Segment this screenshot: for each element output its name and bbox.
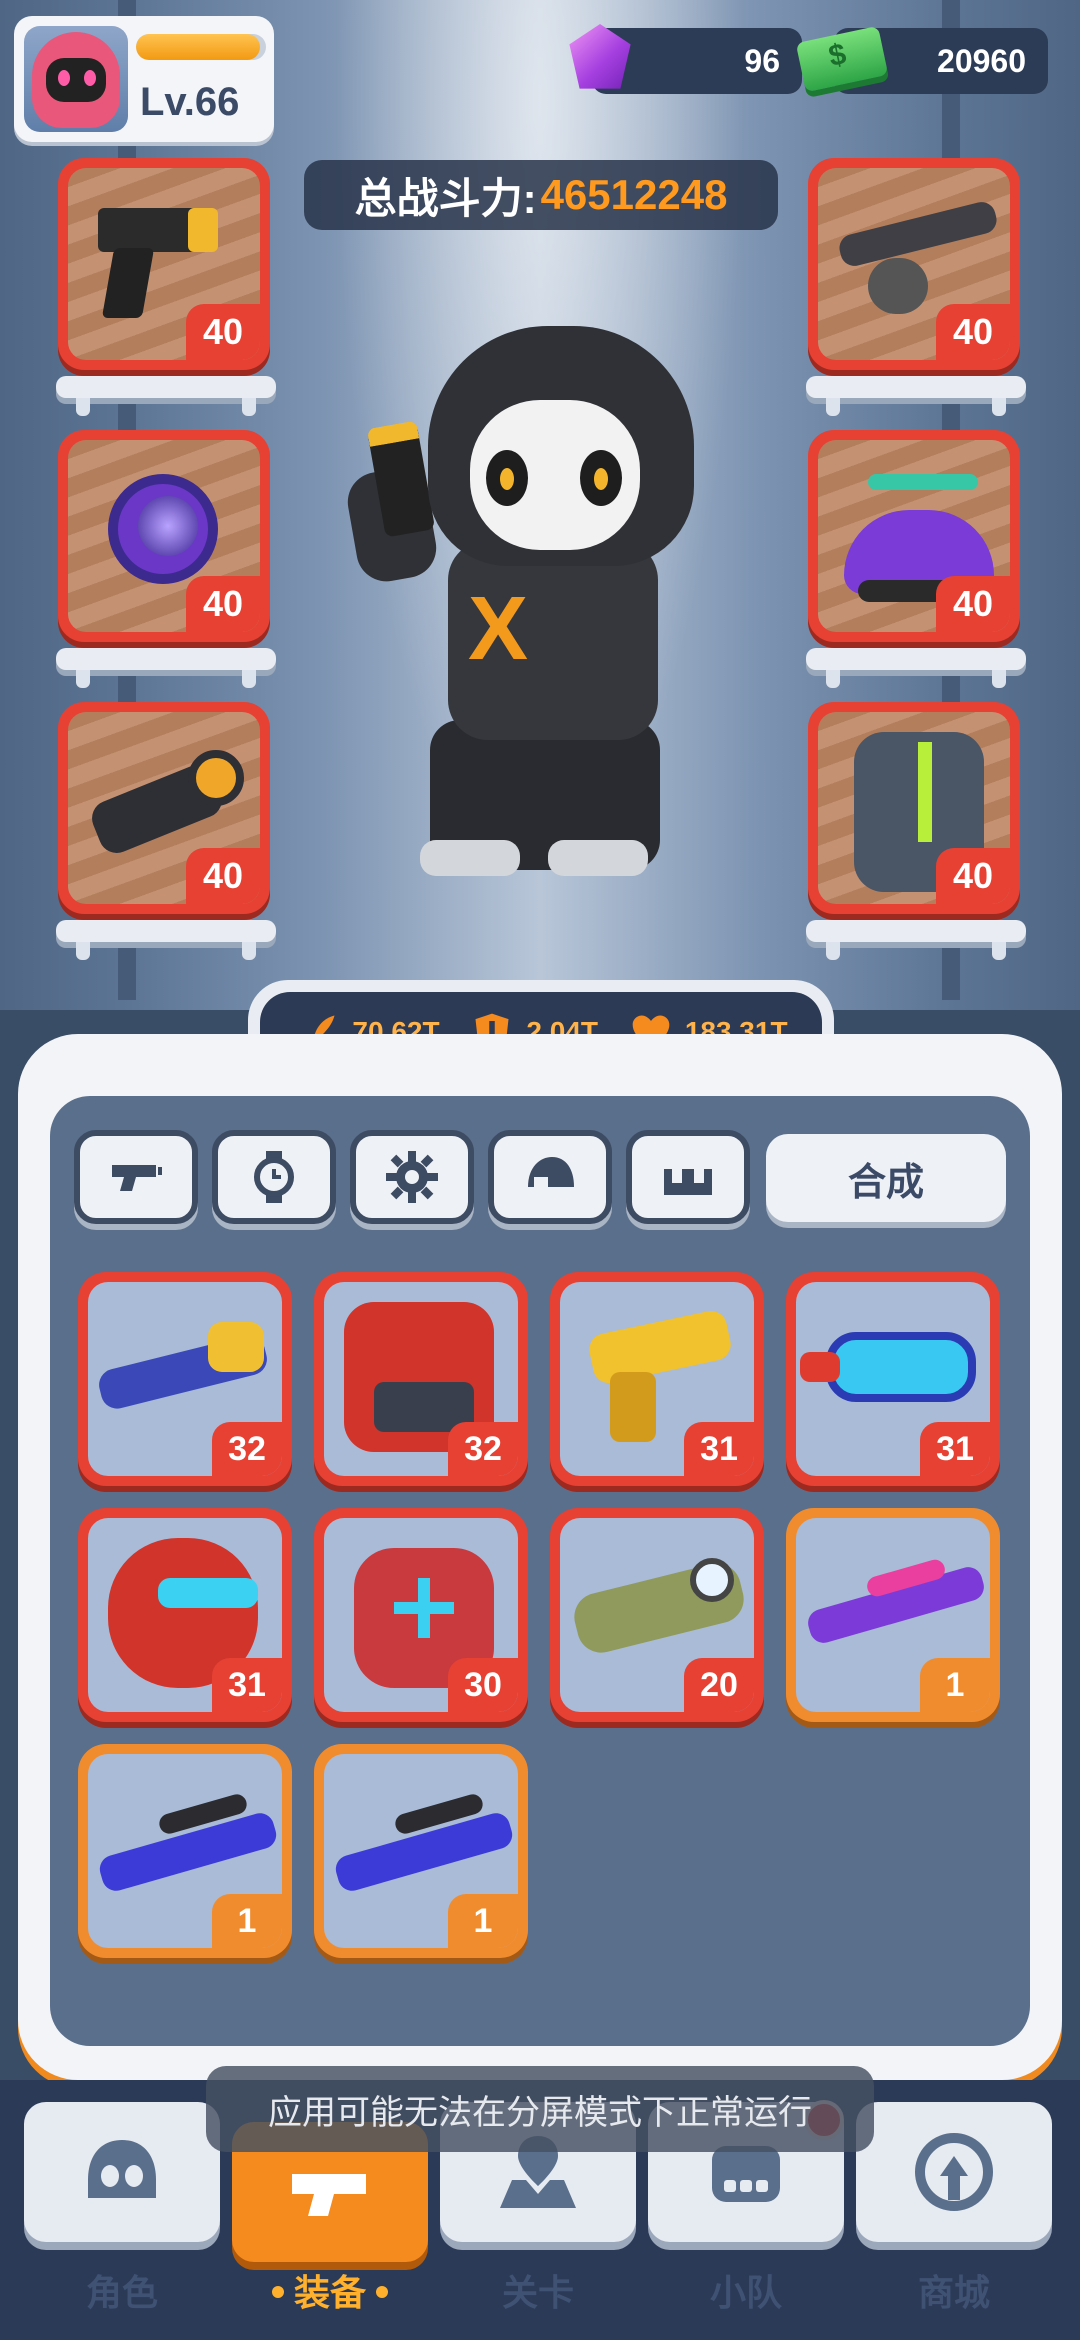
player-avatar[interactable] [24, 26, 128, 132]
nav-label-stage: 关卡 [501, 2273, 574, 2314]
item-level: 31 [920, 1422, 990, 1476]
player-card[interactable]: Lv.66 [14, 16, 274, 142]
inventory-item-goggles[interactable]: 31 [786, 1272, 1000, 1486]
inventory-item-red-armor[interactable]: 32 [314, 1272, 528, 1486]
equip-slot-scope[interactable]: 40 [58, 702, 270, 914]
xp-bar [136, 34, 266, 60]
watch-icon [254, 1151, 294, 1203]
item-level: 40 [936, 576, 1010, 632]
item-level: 31 [684, 1422, 754, 1476]
inventory-item-blue-sniper[interactable]: 1 [314, 1744, 528, 1958]
item-level: 30 [448, 1658, 518, 1712]
nav-label-squad: 小队 [709, 2273, 782, 2314]
item-level: 40 [186, 848, 260, 904]
equip-slot-backpack[interactable]: 40 [808, 702, 1020, 914]
shelf [806, 648, 1026, 688]
gem-count: 96 [744, 42, 780, 79]
nav-character[interactable] [24, 2102, 220, 2242]
gem-counter[interactable]: 96 [569, 24, 802, 94]
nav-label-shop: 商城 [917, 2273, 990, 2314]
gun-icon [292, 2174, 366, 2216]
item-level: 40 [936, 304, 1010, 360]
item-level: 32 [212, 1422, 282, 1476]
inventory-item-gold-pistol[interactable]: 31 [550, 1272, 764, 1486]
gun-icon [112, 1165, 162, 1191]
item-level: 1 [448, 1894, 518, 1948]
shelf [56, 920, 276, 960]
item-level: 40 [936, 848, 1010, 904]
item-level: 1 [212, 1894, 282, 1948]
cash-count: 20960 [937, 42, 1026, 79]
equip-slot-shotgun[interactable]: 40 [808, 158, 1020, 370]
shelf [56, 376, 276, 416]
shelf [806, 376, 1026, 416]
synthesize-button[interactable]: 合成 [766, 1134, 1006, 1222]
tab-weapon[interactable] [74, 1130, 198, 1224]
crown-icon [664, 1169, 712, 1195]
helmet-icon [528, 1157, 574, 1187]
inventory-item-red-helmet[interactable]: 31 [78, 1508, 292, 1722]
tab-gear[interactable] [350, 1130, 474, 1224]
item-level: 1 [920, 1658, 990, 1712]
combat-power-value: 46512248 [540, 171, 728, 218]
nav-label-equipment: 装备 [232, 2264, 428, 2316]
tab-backpack[interactable] [626, 1130, 750, 1224]
inventory-item-purple-sniper[interactable]: 1 [786, 1508, 1000, 1722]
inventory-item-plasma-gun[interactable]: 20 [550, 1508, 764, 1722]
item-level: 40 [186, 576, 260, 632]
combat-power-label: 总战斗力: [354, 174, 537, 222]
item-level: 40 [186, 304, 260, 360]
inventory-item-blaster-rifle[interactable]: 32 [78, 1272, 292, 1486]
item-level: 20 [684, 1658, 754, 1712]
shop-icon [915, 2133, 993, 2211]
skull-icon [88, 2140, 156, 2198]
xp-bar-fill [136, 34, 260, 60]
equip-slot-pistol[interactable]: 40 [58, 158, 270, 370]
nav-label-equipment-text: 装备 [293, 2273, 366, 2314]
shelf [56, 648, 276, 688]
tab-helmet[interactable] [488, 1130, 612, 1224]
inventory-item-gauntlet[interactable]: 30 [314, 1508, 528, 1722]
player-level: Lv.66 [140, 80, 240, 124]
item-level: 31 [212, 1658, 282, 1712]
shelf [806, 920, 1026, 960]
nav-shop[interactable] [856, 2102, 1052, 2242]
inventory-item-blue-sniper[interactable]: 1 [78, 1744, 292, 1958]
nav-label-character: 角色 [85, 2273, 158, 2314]
cash-counter[interactable]: 20960 [795, 25, 1048, 94]
split-screen-toast: 应用可能无法在分屏模式下正常运行 [206, 2066, 874, 2152]
equip-slot-watch[interactable]: 40 [58, 430, 270, 642]
tab-watch[interactable] [212, 1130, 336, 1224]
item-level: 32 [448, 1422, 518, 1476]
combat-power: 总战斗力: 46512248 [304, 160, 778, 230]
equip-slot-cap[interactable]: 40 [808, 430, 1020, 642]
gear-icon [386, 1151, 438, 1203]
